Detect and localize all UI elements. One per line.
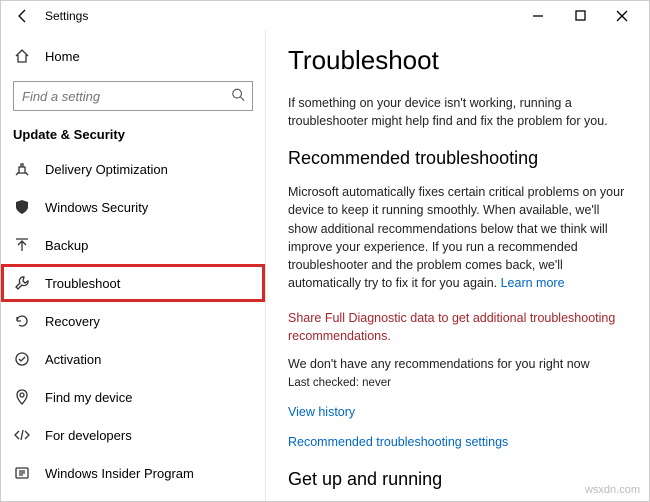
insider-icon bbox=[13, 464, 31, 482]
home-icon bbox=[13, 47, 31, 65]
sidebar-item-label: Troubleshoot bbox=[45, 276, 120, 291]
recovery-icon bbox=[13, 312, 31, 330]
search-input[interactable] bbox=[13, 81, 253, 111]
sidebar-item-windows-security[interactable]: Windows Security bbox=[1, 188, 265, 226]
sidebar-item-find-my-device[interactable]: Find my device bbox=[1, 378, 265, 416]
minimize-button[interactable] bbox=[517, 2, 559, 30]
sidebar-item-label: Delivery Optimization bbox=[45, 162, 168, 177]
sidebar-home-label: Home bbox=[45, 49, 80, 64]
wrench-icon bbox=[13, 274, 31, 292]
sidebar-item-windows-insider[interactable]: Windows Insider Program bbox=[1, 454, 265, 492]
watermark: wsxdn.com bbox=[585, 484, 640, 496]
get-up-running-heading: Get up and running bbox=[288, 469, 627, 490]
sidebar-item-label: For developers bbox=[45, 428, 132, 443]
sidebar-item-activation[interactable]: Activation bbox=[1, 340, 265, 378]
sidebar-item-troubleshoot[interactable]: Troubleshoot bbox=[1, 264, 265, 302]
delivery-icon bbox=[13, 160, 31, 178]
recommended-settings-link[interactable]: Recommended troubleshooting settings bbox=[288, 435, 627, 449]
intro-text: If something on your device isn't workin… bbox=[288, 94, 627, 130]
sidebar-item-recovery[interactable]: Recovery bbox=[1, 302, 265, 340]
sidebar-item-label: Windows Insider Program bbox=[45, 466, 194, 481]
window-title: Settings bbox=[45, 9, 88, 23]
recommended-heading: Recommended troubleshooting bbox=[288, 148, 627, 169]
sidebar-item-label: Activation bbox=[45, 352, 101, 367]
sidebar-section-header: Update & Security bbox=[1, 121, 265, 150]
last-checked-text: Last checked: never bbox=[288, 377, 627, 389]
sidebar-item-label: Recovery bbox=[45, 314, 100, 329]
diagnostic-error-link[interactable]: Share Full Diagnostic data to get additi… bbox=[288, 310, 627, 345]
view-history-link[interactable]: View history bbox=[288, 405, 627, 419]
page-title: Troubleshoot bbox=[288, 45, 627, 76]
sidebar-item-delivery-optimization[interactable]: Delivery Optimization bbox=[1, 150, 265, 188]
backup-icon bbox=[13, 236, 31, 254]
learn-more-link[interactable]: Learn more bbox=[501, 276, 565, 290]
developers-icon bbox=[13, 426, 31, 444]
maximize-button[interactable] bbox=[559, 2, 601, 30]
activation-icon bbox=[13, 350, 31, 368]
search-icon bbox=[231, 88, 245, 105]
main-panel: Troubleshoot If something on your device… bbox=[266, 31, 649, 501]
sidebar-home[interactable]: Home bbox=[1, 37, 265, 75]
location-icon bbox=[13, 388, 31, 406]
search-box[interactable] bbox=[13, 81, 253, 111]
no-recommendations-text: We don't have any recommendations for yo… bbox=[288, 355, 627, 373]
sidebar-item-label: Backup bbox=[45, 238, 88, 253]
shield-icon bbox=[13, 198, 31, 216]
sidebar: Home Update & Security Delivery Optimiza… bbox=[1, 31, 266, 501]
recommended-body-text: Microsoft automatically fixes certain cr… bbox=[288, 185, 624, 290]
sidebar-item-for-developers[interactable]: For developers bbox=[1, 416, 265, 454]
recommended-body: Microsoft automatically fixes certain cr… bbox=[288, 183, 627, 292]
back-button[interactable] bbox=[11, 4, 35, 28]
sidebar-item-label: Windows Security bbox=[45, 200, 148, 215]
sidebar-item-label: Find my device bbox=[45, 390, 132, 405]
sidebar-item-backup[interactable]: Backup bbox=[1, 226, 265, 264]
close-button[interactable] bbox=[601, 2, 643, 30]
